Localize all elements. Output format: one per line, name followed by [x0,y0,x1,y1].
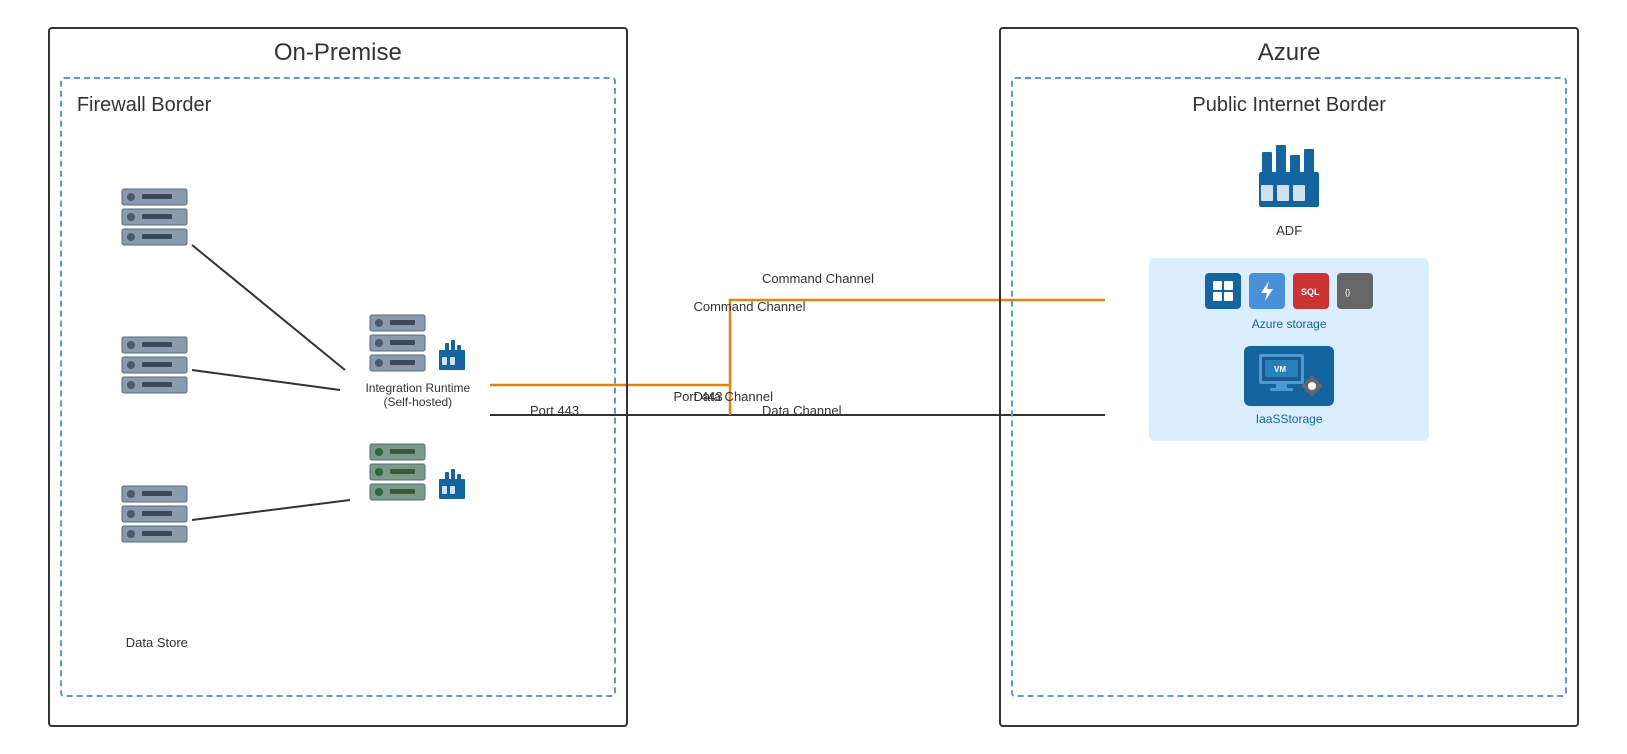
command-channel-label: Command Channel [693,298,805,316]
data-channel-text: Data Channel [762,402,842,420]
data-stores-column: Data Store [77,127,237,687]
server-stack-3-icon [117,481,197,551]
lightning-icon-svg [1255,279,1279,303]
server-stack-1-icon [117,184,197,254]
middle-area: Port 443 Command Channel Data Channel [663,27,963,727]
azure-storage-label: Azure storage [1169,317,1409,331]
ir-server-2 [368,439,467,504]
adf-label: ADF [1276,223,1302,238]
server-stack-1 [117,184,197,259]
lightning-storage-icon [1249,273,1285,309]
azure-storage-group: SQL {} Azure storage [1149,258,1429,441]
main-container: On-Premise Firewall Border [0,0,1627,754]
on-premise-box: On-Premise Firewall Border [48,27,628,727]
firewall-border-box: Firewall Border [60,77,616,697]
ir-factory-icon-1 [437,335,467,375]
data-store-label: Data Store [126,635,188,650]
azure-title: Azure [1011,39,1567,67]
iaas-storage-container: VM [1169,346,1409,426]
grid-storage-icon [1205,273,1241,309]
json-storage-icon: {} [1337,273,1373,309]
command-channel-text: Command Channel [762,270,874,288]
ir-server-2-rack [368,439,433,504]
svg-text:SQL: SQL [1301,287,1320,297]
iaas-vm-icon: VM [1244,346,1334,406]
on-premise-title: On-Premise [60,39,616,67]
public-internet-border-title: Public Internet Border [1028,94,1550,117]
server-stack-3 [117,481,197,556]
sql-icon-svg: SQL [1299,279,1323,303]
server-stack-2-icon [117,332,197,402]
adf-container: ADF [1249,137,1329,238]
server-stack-2 [117,332,197,407]
on-premise-content: Data Store [77,127,599,687]
firewall-border-title: Firewall Border [77,94,599,117]
ir-server-1-rack [368,310,433,375]
azure-content: ADF [1028,127,1550,441]
ir-server-1: Integration Runtime (Self-hosted) [365,310,470,409]
port-443-text: Port 443 [530,402,579,420]
adf-factory-icon [1249,137,1329,217]
storage-icons-row: SQL {} [1169,273,1409,309]
ir-factory-icon-2 [437,464,467,504]
ir-label: Integration Runtime (Self-hosted) [365,381,470,409]
svg-text:VM: VM [1274,365,1286,374]
vm-icon-svg: VM [1254,351,1324,401]
iaas-storage-label: IaaSStorage [1256,412,1323,426]
sql-storage-icon: SQL [1293,273,1329,309]
diagram-wrapper: On-Premise Firewall Border [0,0,1627,754]
svg-text:{}: {} [1345,288,1351,297]
azure-box: Azure Public Internet Border [999,27,1579,727]
grid-icon-svg [1211,279,1235,303]
json-icon-svg: {} [1343,279,1367,303]
public-internet-border-box: Public Internet Border [1011,77,1567,697]
